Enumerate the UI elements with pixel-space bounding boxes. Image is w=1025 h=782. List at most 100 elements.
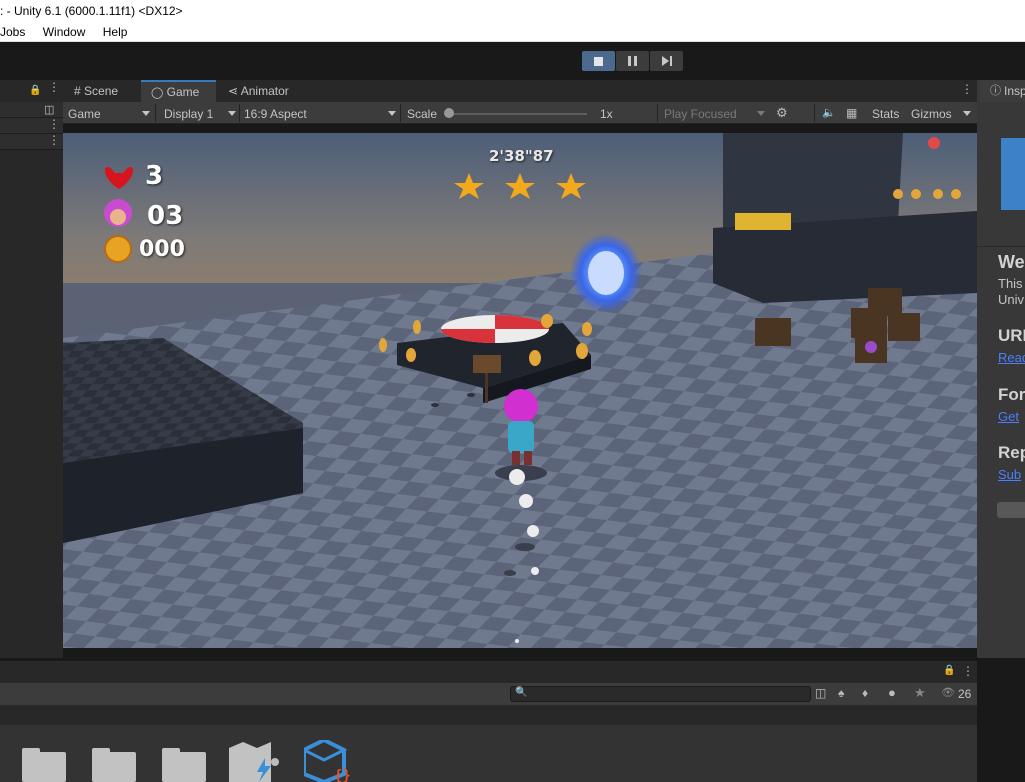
coin-count: 000 bbox=[139, 237, 185, 262]
tab-scene[interactable]: # Scene bbox=[64, 80, 141, 102]
coin-icon bbox=[104, 235, 132, 263]
audio-icon[interactable]: 🔈 bbox=[822, 106, 836, 119]
scale-slider-track[interactable] bbox=[452, 113, 587, 115]
filter-by-label-icon[interactable]: ♦ bbox=[862, 686, 868, 700]
tab-inspector[interactable]: ⓘ Insp bbox=[980, 80, 1025, 102]
hierarchy-panel: 🔒 ⋮ ◫ ⋮ ⋮ bbox=[0, 80, 63, 658]
stop-icon bbox=[594, 56, 603, 66]
row-options-icon[interactable]: ⋮ bbox=[48, 134, 60, 146]
play-controls bbox=[582, 51, 683, 71]
section-link[interactable]: Get bbox=[998, 409, 1019, 424]
window-title-bar: : - Unity 6.1 (6000.1.11f1) <DX12> bbox=[0, 0, 1025, 23]
aspect-dropdown[interactable]: 16:9 Aspect bbox=[244, 106, 307, 122]
view-mode-dropdown[interactable]: Game bbox=[68, 106, 101, 122]
chevron-down-icon bbox=[142, 111, 150, 116]
animator-icon: ⋖ bbox=[228, 84, 239, 98]
lock-icon[interactable]: 🔒 bbox=[29, 85, 41, 96]
tab-inspector-label: Insp bbox=[1004, 84, 1025, 98]
hidden-packages-count: 26 bbox=[958, 687, 972, 701]
gizmos-button[interactable]: Gizmos bbox=[911, 106, 952, 122]
inspector-panel: ⓘ Insp We This Univ URI Read For Get Rep… bbox=[977, 80, 1025, 658]
chevron-down-icon bbox=[228, 111, 236, 116]
tab-animator-label: Animator bbox=[240, 84, 289, 98]
tab-scene-label: Scene bbox=[84, 84, 119, 98]
package-asset-icon[interactable]: {} bbox=[300, 737, 354, 782]
game-viewport[interactable]: 3 03 000 2'38"87 bbox=[63, 133, 977, 648]
hidden-eye-icon[interactable]: 👁 bbox=[941, 686, 955, 699]
step-button[interactable] bbox=[650, 51, 683, 71]
viewport-frame bbox=[63, 124, 977, 133]
inspector-body-line: This bbox=[998, 276, 1023, 291]
window-title: : - Unity 6.1 (6000.1.11f1) <DX12> bbox=[0, 4, 183, 18]
section-heading: For bbox=[998, 385, 1025, 404]
play-stop-button[interactable] bbox=[582, 51, 615, 71]
more-options-icon[interactable]: ⋮ bbox=[962, 664, 974, 678]
divider bbox=[657, 104, 658, 122]
project-toolbar bbox=[0, 683, 977, 705]
display-dropdown[interactable]: Display 1 bbox=[164, 106, 213, 122]
scale-label: Scale bbox=[407, 107, 438, 121]
tab-game-label: Game bbox=[166, 85, 200, 99]
divider bbox=[239, 104, 240, 122]
folder-icon[interactable] bbox=[162, 748, 206, 782]
level-timer: 2'38"87 bbox=[489, 147, 554, 165]
menu-bar: Jobs Window Help bbox=[0, 23, 1025, 42]
tab-options-icon[interactable]: ⋮ bbox=[961, 83, 973, 95]
gamepad-icon: ◯ bbox=[151, 87, 164, 99]
svg-text:{}: {} bbox=[334, 768, 351, 782]
menu-item-jobs[interactable]: Jobs bbox=[0, 23, 25, 42]
scale-value: 1x bbox=[600, 107, 613, 121]
section-link[interactable]: Read bbox=[998, 350, 1025, 365]
search-icon: 🔍 bbox=[515, 687, 528, 698]
inspector-button[interactable] bbox=[997, 502, 1025, 518]
play-mode-dropdown[interactable]: Play Focused bbox=[664, 106, 737, 122]
search-scope-icon[interactable]: ◫ bbox=[815, 686, 826, 700]
game-scene bbox=[63, 133, 977, 648]
menu-item-window[interactable]: Window bbox=[43, 23, 86, 42]
search-scope-icon[interactable]: ◫ bbox=[44, 103, 54, 116]
folder-icon[interactable] bbox=[92, 748, 136, 782]
info-icon: ⓘ bbox=[990, 85, 1001, 97]
scale-slider-handle[interactable] bbox=[444, 108, 454, 118]
inspector-title: We bbox=[998, 252, 1025, 272]
pause-button[interactable] bbox=[616, 51, 649, 71]
project-assets-grid bbox=[0, 725, 977, 782]
filter-by-type-icon[interactable]: ♠ bbox=[838, 686, 844, 700]
more-options-icon[interactable]: ⋮ bbox=[48, 81, 60, 93]
lives-count: 3 bbox=[145, 161, 164, 191]
favorites-star-icon[interactable]: ★ bbox=[914, 685, 926, 701]
character-count: 03 bbox=[147, 201, 184, 231]
chevron-down-icon bbox=[963, 111, 971, 116]
keyboard-icon[interactable]: ▦ bbox=[846, 106, 857, 120]
tab-animator[interactable]: ⋖ Animator bbox=[218, 80, 318, 102]
hierarchy-row[interactable]: ⋮ bbox=[0, 134, 63, 150]
section-heading: Rep bbox=[998, 443, 1025, 462]
pause-icon bbox=[628, 56, 637, 66]
view-tab-strip: # Scene ◯ Game ⋖ Animator ⋮ bbox=[63, 80, 977, 102]
folder-icon[interactable] bbox=[22, 748, 66, 782]
tab-game[interactable]: ◯ Game bbox=[141, 80, 216, 102]
divider bbox=[814, 104, 815, 122]
map-asset-icon[interactable] bbox=[229, 742, 279, 782]
section-link[interactable]: Sub bbox=[998, 467, 1021, 482]
row-options-icon[interactable]: ⋮ bbox=[48, 118, 60, 130]
stats-button[interactable]: Stats bbox=[872, 106, 899, 122]
main-toolbar bbox=[0, 42, 1025, 78]
warning-filter-icon[interactable]: ● bbox=[888, 685, 896, 700]
hierarchy-row[interactable]: ⋮ bbox=[0, 118, 63, 134]
menu-item-help[interactable]: Help bbox=[103, 23, 128, 42]
inspector-thumbnail bbox=[1001, 138, 1025, 210]
lock-icon[interactable]: 🔒 bbox=[943, 665, 955, 676]
hierarchy-search-row[interactable]: ◫ bbox=[0, 102, 63, 118]
project-search-input[interactable]: 🔍 bbox=[510, 686, 811, 702]
bug-icon[interactable]: ⚙ bbox=[776, 105, 788, 121]
step-icon bbox=[661, 56, 672, 66]
chevron-down-icon bbox=[388, 111, 396, 116]
hierarchy-header: 🔒 ⋮ bbox=[0, 80, 63, 102]
divider bbox=[400, 104, 401, 122]
inspector-divider bbox=[977, 246, 1025, 247]
divider bbox=[155, 104, 156, 122]
chevron-down-icon bbox=[757, 111, 765, 116]
inspector-body-line: Univ bbox=[998, 292, 1025, 307]
viewport-bottom-edge bbox=[63, 648, 977, 658]
